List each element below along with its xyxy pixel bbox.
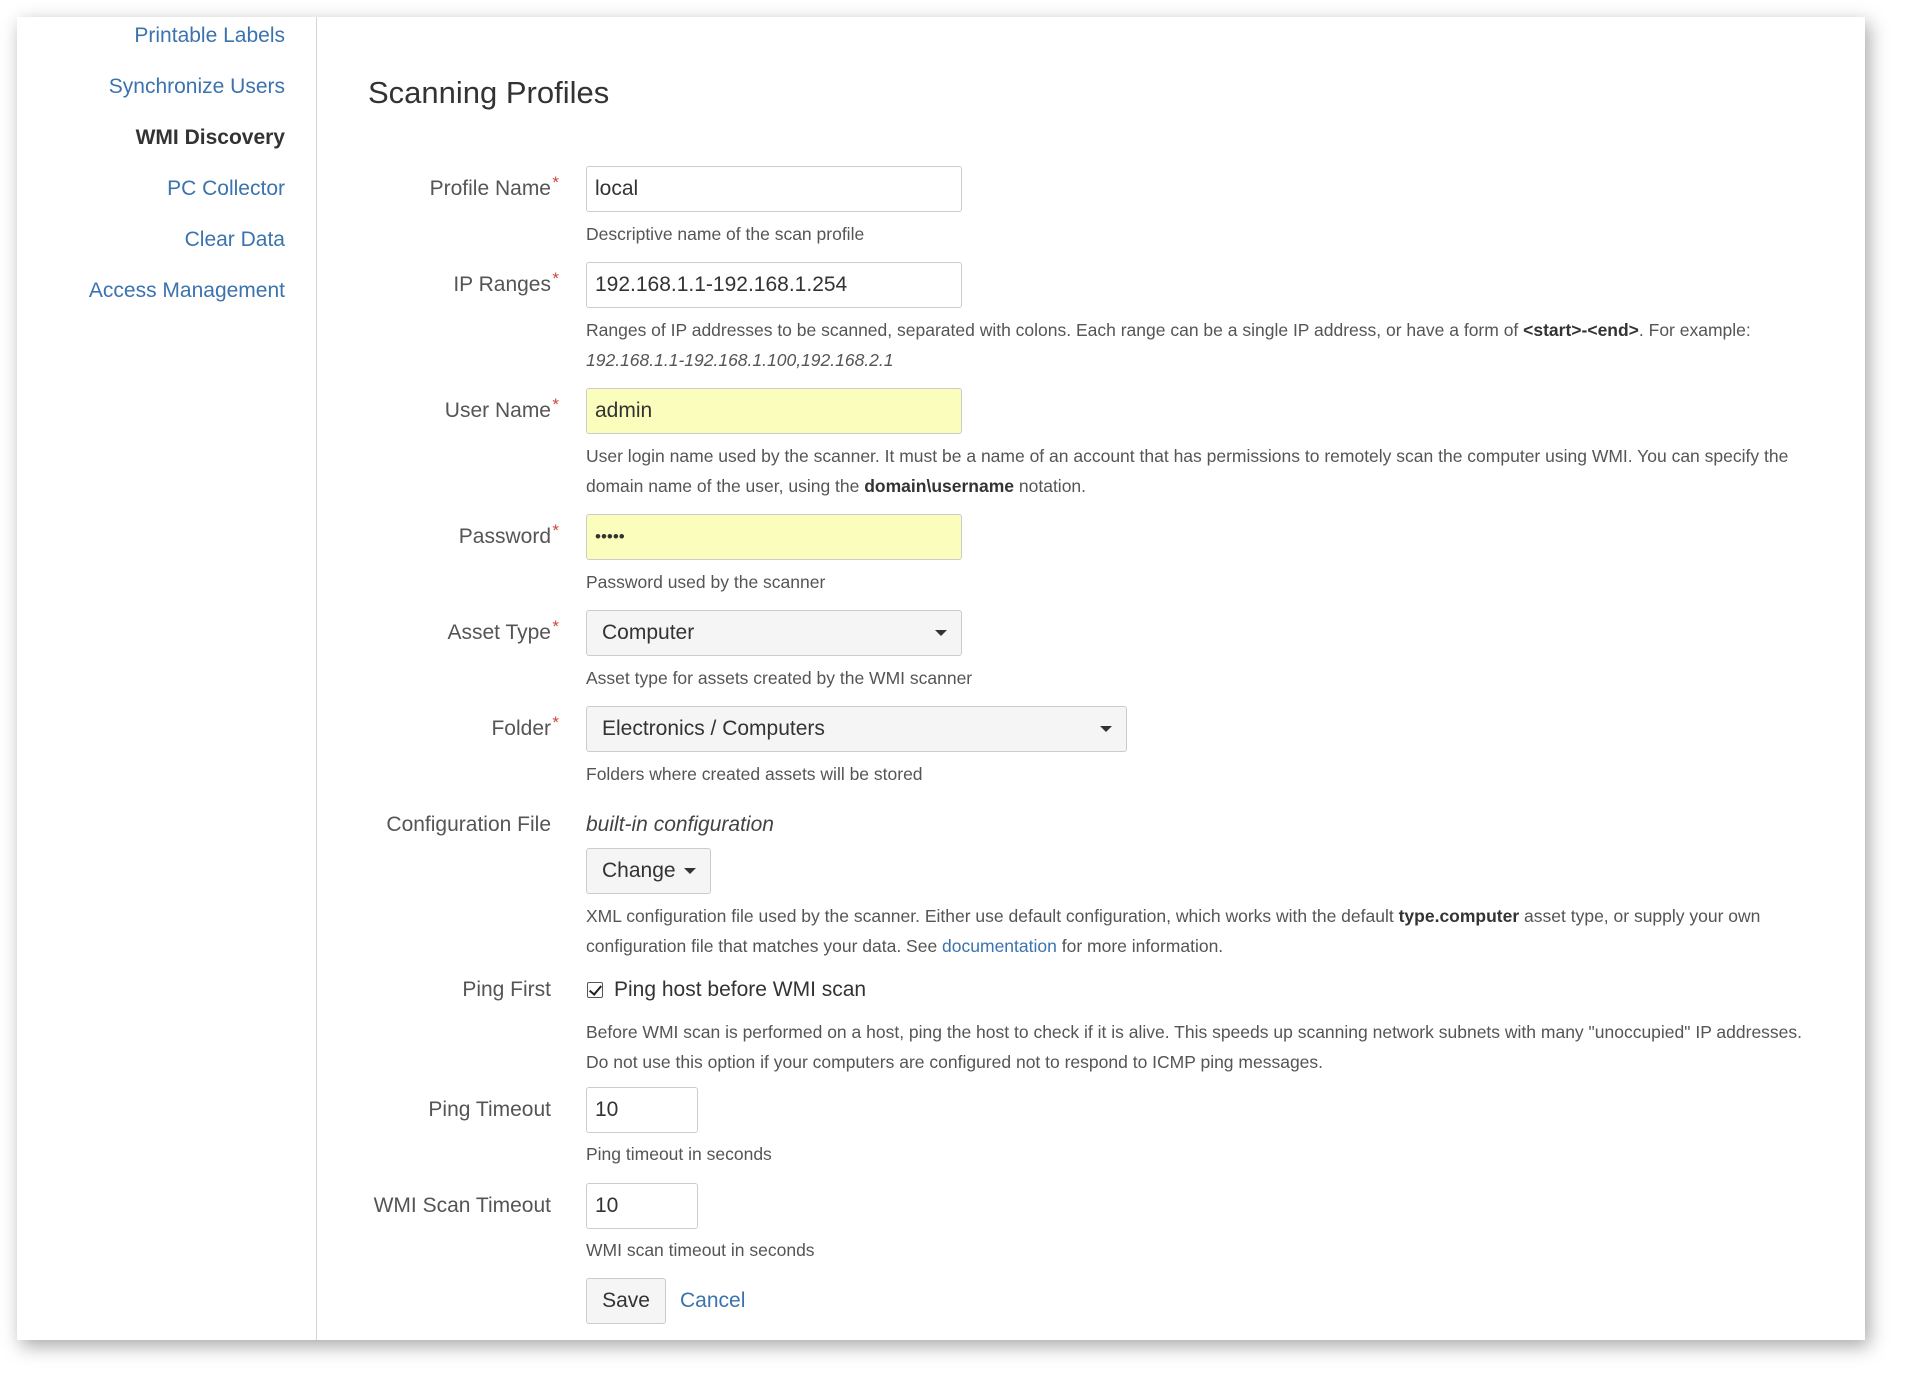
configuration-file-label: Configuration File xyxy=(386,813,551,837)
wmi-scan-timeout-help: WMI scan timeout in seconds xyxy=(586,1240,815,1260)
cancel-link[interactable]: Cancel xyxy=(680,1289,745,1313)
configuration-file-help-line2: configuration file that matches your dat… xyxy=(586,931,1223,961)
ping-first-checkbox[interactable] xyxy=(587,982,603,998)
user-name-help-line2: domain name of the user, using the domai… xyxy=(586,471,1086,501)
folder-help: Folders where created assets will be sto… xyxy=(586,764,923,784)
asset-type-label: Asset Type * xyxy=(447,617,559,645)
ping-timeout-help: Ping timeout in seconds xyxy=(586,1144,772,1164)
password-input[interactable]: ••••• xyxy=(586,514,962,560)
user-name-help-text: domain name of the user, using the xyxy=(586,476,865,496)
ip-ranges-help-text-end: . For example: xyxy=(1638,320,1751,340)
ping-first-label-text: Ping First xyxy=(462,978,551,1001)
password-label: Password * xyxy=(458,521,559,549)
documentation-link[interactable]: documentation xyxy=(942,936,1057,956)
password-help: Password used by the scanner xyxy=(586,572,826,592)
sidebar-item-wmi-discovery[interactable]: WMI Discovery xyxy=(136,126,285,150)
wmi-scan-timeout-input[interactable] xyxy=(586,1183,698,1229)
app-window: Printable Labels Synchronize Users WMI D… xyxy=(17,17,1865,1340)
ip-ranges-example-text: 192.168.1.1-192.168.1.100,192.168.2.1 xyxy=(586,350,894,370)
ping-first-label: Ping First xyxy=(462,978,551,1002)
user-name-input[interactable] xyxy=(586,388,962,434)
ip-ranges-help-text: Ranges of IP addresses to be scanned, se… xyxy=(586,320,1524,340)
required-marker: * xyxy=(552,395,559,414)
sidebar-nav: Printable Labels Synchronize Users WMI D… xyxy=(17,17,317,1340)
change-configuration-button[interactable]: Change xyxy=(586,848,711,894)
ip-ranges-label: IP Ranges * xyxy=(453,269,559,297)
ping-first-help-line1: Before WMI scan is performed on a host, … xyxy=(586,1022,1803,1042)
save-button[interactable]: Save xyxy=(586,1278,666,1324)
required-marker: * xyxy=(552,617,559,636)
configuration-file-label-text: Configuration File xyxy=(386,813,551,836)
configuration-file-value: built-in configuration xyxy=(586,813,774,836)
ping-timeout-input[interactable] xyxy=(586,1087,698,1133)
configuration-help-text: XML configuration file used by the scann… xyxy=(586,906,1399,926)
ping-first-checkbox-label[interactable]: Ping host before WMI scan xyxy=(614,978,866,1002)
asset-type-help: Asset type for assets created by the WMI… xyxy=(586,668,973,688)
user-name-help-notation: domain\username xyxy=(864,476,1015,496)
configuration-file-help-line1: XML configuration file used by the scann… xyxy=(586,901,1760,931)
configuration-help-type: type.computer xyxy=(1398,906,1520,926)
page-title: Scanning Profiles xyxy=(368,75,610,110)
wmi-scan-timeout-label-text: WMI Scan Timeout xyxy=(373,1194,551,1217)
user-name-help-text-end: notation. xyxy=(1014,476,1087,496)
password-label-text: Password xyxy=(458,525,551,548)
chevron-down-icon xyxy=(935,630,947,636)
ip-ranges-label-text: IP Ranges xyxy=(453,273,551,296)
wmi-scan-timeout-label: WMI Scan Timeout xyxy=(374,1194,551,1218)
sidebar-item-printable-labels[interactable]: Printable Labels xyxy=(134,24,285,48)
ping-timeout-label-text: Ping Timeout xyxy=(428,1098,551,1121)
sidebar-item-clear-data[interactable]: Clear Data xyxy=(185,228,285,252)
configuration-help-line2-end: for more information. xyxy=(1056,936,1224,956)
asset-type-value: Computer xyxy=(602,621,695,644)
sidebar-item-pc-collector[interactable]: PC Collector xyxy=(167,177,285,201)
configuration-help-text-end: asset type, or supply your own xyxy=(1519,906,1761,926)
sidebar-item-access-management[interactable]: Access Management xyxy=(89,279,285,303)
required-marker: * xyxy=(552,713,559,732)
required-marker: * xyxy=(552,269,559,288)
ping-first-help-line2: Do not use this option if your computers… xyxy=(586,1052,1324,1072)
change-button-label: Change xyxy=(602,859,676,882)
ip-ranges-help-format: <start>-<end> xyxy=(1523,320,1639,340)
profile-name-label: Profile Name * xyxy=(429,173,559,201)
chevron-down-icon xyxy=(1100,726,1112,732)
configuration-help-line2-text: configuration file that matches your dat… xyxy=(586,936,943,956)
folder-label: Folder * xyxy=(491,713,559,741)
folder-label-text: Folder xyxy=(491,717,551,740)
folder-value: Electronics / Computers xyxy=(602,717,825,740)
profile-name-help: Descriptive name of the scan profile xyxy=(586,224,865,244)
ping-timeout-label: Ping Timeout xyxy=(428,1098,551,1122)
required-marker: * xyxy=(552,173,559,192)
ip-ranges-help: Ranges of IP addresses to be scanned, se… xyxy=(586,315,1751,345)
profile-name-input[interactable] xyxy=(586,166,962,212)
folder-select[interactable]: Electronics / Computers xyxy=(586,706,1127,752)
profile-name-label-text: Profile Name xyxy=(429,177,551,200)
user-name-help-line1: User login name used by the scanner. It … xyxy=(586,446,1789,466)
required-marker: * xyxy=(552,521,559,540)
user-name-label-text: User Name xyxy=(444,399,551,422)
asset-type-select[interactable]: Computer xyxy=(586,610,962,656)
ip-ranges-help-example: 192.168.1.1-192.168.1.100,192.168.2.1 xyxy=(586,345,894,375)
asset-type-label-text: Asset Type xyxy=(447,621,551,644)
ip-ranges-input[interactable] xyxy=(586,262,962,308)
chevron-down-icon xyxy=(684,868,696,874)
user-name-label: User Name * xyxy=(444,395,559,423)
sidebar-item-synchronize-users[interactable]: Synchronize Users xyxy=(109,75,285,99)
